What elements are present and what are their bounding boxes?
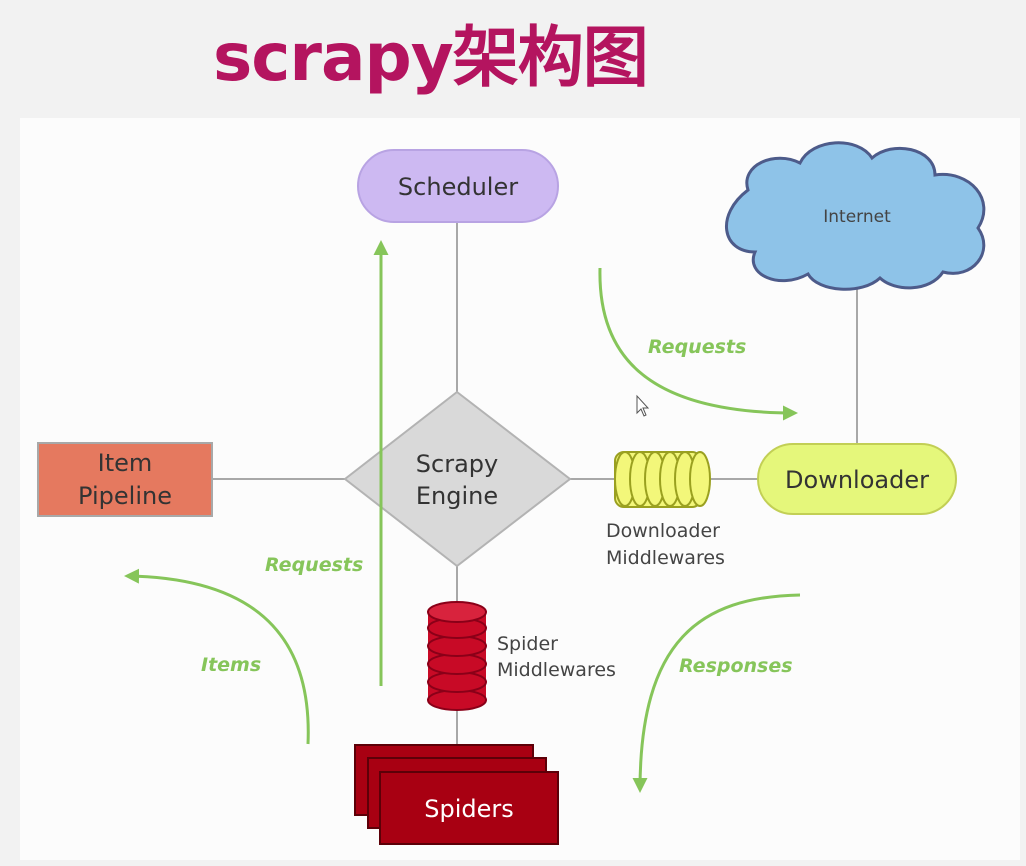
scheduler-label: Scheduler bbox=[398, 173, 518, 201]
item-pipeline-label-line2: Pipeline bbox=[78, 482, 172, 510]
requests-label-top: Requests bbox=[648, 336, 746, 358]
item-pipeline-label-line1: Item bbox=[98, 449, 153, 477]
engine-label-line2: Engine bbox=[416, 482, 498, 510]
items-label: Items bbox=[201, 654, 261, 676]
downloader-middlewares-label-line2: Middlewares bbox=[606, 547, 725, 569]
internet-cloud: Internet bbox=[724, 141, 986, 291]
downloader-label: Downloader bbox=[785, 466, 929, 494]
spider-middlewares-label-line2: Middlewares bbox=[497, 659, 616, 681]
slide: scrapy架构图 Scheduler Internet Item Pipeli bbox=[0, 0, 1026, 866]
spider-middlewares-icon bbox=[427, 601, 487, 711]
downloader-node: Downloader bbox=[757, 443, 957, 515]
spiders-node: Spiders bbox=[354, 744, 559, 845]
internet-label: Internet bbox=[823, 207, 891, 227]
engine-label-line1: Scrapy bbox=[416, 450, 498, 478]
scheduler-node: Scheduler bbox=[357, 149, 559, 223]
mouse-cursor-icon bbox=[636, 394, 650, 417]
spiders-label: Spiders bbox=[424, 795, 514, 823]
item-pipeline-node: Item Pipeline bbox=[37, 442, 213, 517]
responses-arrow-downloader-to-spiders bbox=[632, 593, 801, 793]
scrapy-engine-node: Scrapy Engine bbox=[343, 390, 572, 568]
responses-label: Responses bbox=[679, 655, 793, 677]
architecture-diagram: Scheduler Internet Item Pipeline Scrapy … bbox=[37, 141, 986, 845]
downloader-middlewares-icon bbox=[614, 451, 711, 508]
downloader-middlewares-label-line1: Downloader bbox=[606, 520, 720, 542]
requests-label-left: Requests bbox=[265, 554, 363, 576]
spider-middlewares-label-line1: Spider bbox=[497, 633, 558, 655]
